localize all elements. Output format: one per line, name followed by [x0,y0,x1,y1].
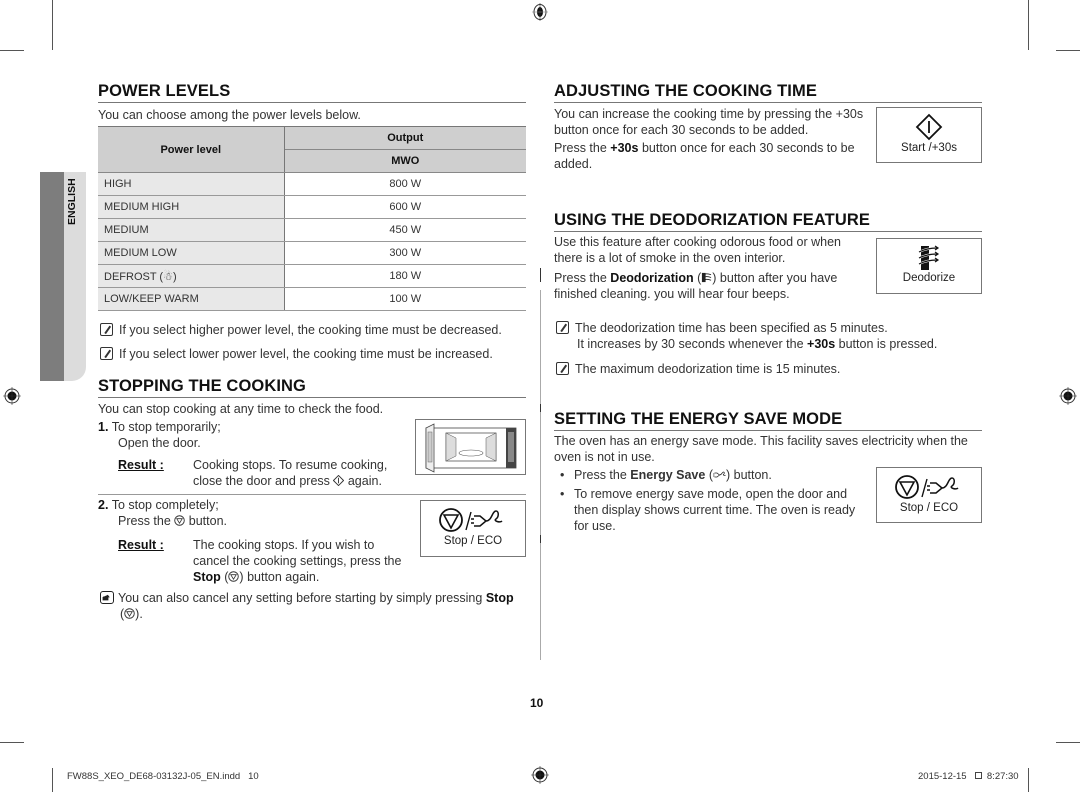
start-30s-button-image: Start /+30s [876,107,982,163]
column-header-power-level: Power level [98,126,285,173]
crop-mark [1056,50,1080,51]
note-icon [556,321,569,334]
crop-mark [1028,0,1029,50]
output-cell: 600 W [284,195,526,219]
stop-eco-button-image: Stop / ECO [876,467,982,523]
tip: You can also cancel any setting before s… [100,590,530,622]
deodorize-label: Deodorize [902,272,956,284]
note: The maximum deodorization time is 15 min… [556,361,840,377]
bullet-item: • Press the Energy Save () button. [560,468,772,482]
column-divider [540,290,541,660]
registration-mark-icon [531,766,549,784]
stopping-intro: You can stop cooking at any time to chec… [98,402,384,416]
deodorize-button-image: Deodorize [876,238,982,294]
crop-mark [0,742,24,743]
start-icon [333,474,345,487]
section-divider [98,494,526,495]
start-icon [915,113,943,141]
crop-mark [1056,742,1080,743]
language-tab: ENGLISH [40,172,86,381]
stop-eco-icon [895,475,959,499]
step-2-result: The cooking stops. If you wish to cancel… [193,538,402,584]
crop-mark [0,50,24,51]
column-divider [540,404,541,412]
note-icon [100,347,113,360]
table-row: DEFROST (☃) 180 W [98,264,526,288]
footer-timestamp: 2015-12-15 8:27:30 [918,771,1019,782]
section-title-energy-save: SETTING THE ENERGY SAVE MODE [554,410,982,431]
table-row: LOW/KEEP WARM 100 W [98,287,526,311]
power-level-cell: MEDIUM [98,218,285,242]
start-30s-label: Start /+30s [901,142,957,154]
note-icon [556,362,569,375]
crop-mark [52,0,53,50]
tip-hand-icon [100,591,114,604]
result-label: Result : [118,538,164,552]
deodorization-paragraph-2: Press the Deodorization () button after … [554,271,838,301]
note: The deodorization time has been specifie… [556,320,976,352]
crop-mark [1028,768,1029,792]
stop-icon [124,608,135,619]
column-header-output: Output [284,126,526,150]
deodorize-icon [918,245,940,270]
section-title-power-levels: POWER LEVELS [98,82,526,103]
clock-icon [975,772,983,779]
output-cell: 100 W [284,287,526,311]
note: If you select higher power level, the co… [100,322,502,338]
note: If you select lower power level, the coo… [100,346,493,362]
output-cell: 180 W [284,264,526,288]
power-levels-table: Power level Output MWO HIGH 800 W MEDIUM … [98,126,526,311]
section-title-adjusting-time: ADJUSTING THE COOKING TIME [554,82,982,103]
energy-save-paragraph: The oven has an energy save mode. This f… [554,434,968,464]
output-cell: 450 W [284,218,526,242]
registration-mark-icon [532,3,548,21]
page-number: 10 [530,696,544,710]
note-icon [100,323,113,336]
microwave-icon [425,423,517,473]
table-row: MEDIUM 450 W [98,218,526,242]
power-level-cell: DEFROST (☃) [98,264,285,288]
column-divider [540,535,541,543]
section-title-stopping: STOPPING THE COOKING [98,377,526,398]
power-level-cell: LOW/KEEP WARM [98,287,285,311]
crop-mark [52,768,53,792]
registration-mark-icon [3,387,21,405]
result-label: Result : [118,458,164,472]
power-levels-intro: You can choose among the power levels be… [98,108,361,122]
output-cell: 800 W [284,172,526,196]
power-level-cell: HIGH [98,172,285,196]
column-divider [540,268,541,282]
stop-eco-label: Stop / ECO [443,535,503,547]
deodorization-paragraph-1: Use this feature after cooking odorous f… [554,235,841,265]
step-1-result: Cooking stops. To resume cooking, close … [193,458,388,488]
stop-eco-button-image: Stop / ECO [420,500,526,557]
step-1: 1. To stop temporarily; Open the door. [98,420,221,450]
microwave-open-door-image [415,419,526,475]
eco-icon [712,471,726,478]
table-row: MEDIUM HIGH 600 W [98,195,526,219]
footer-filename: FW88S_XEO_DE68-03132J-05_EN.indd 10 [67,771,259,782]
output-cell: 300 W [284,241,526,265]
adjusting-paragraph-2: Press the +30s button once for each 30 s… [554,141,855,171]
stop-icon [228,571,240,582]
language-tab-label: ENGLISH [66,178,78,225]
table-row: HIGH 800 W [98,172,526,196]
power-level-cell: MEDIUM LOW [98,241,285,265]
stop-icon [174,515,186,526]
stop-eco-label: Stop / ECO [899,502,959,514]
deodorize-icon [702,272,712,283]
step-2: 2. To stop completely; Press the button. [98,498,228,528]
bullet-item: • To remove energy save mode, open the d… [560,487,856,533]
adjusting-paragraph-1: You can increase the cooking time by pre… [554,107,864,137]
registration-mark-icon [1059,387,1077,405]
column-header-mwo: MWO [284,149,526,173]
section-title-deodorization: USING THE DEODORIZATION FEATURE [554,211,982,232]
power-level-cell: MEDIUM HIGH [98,195,285,219]
stop-eco-icon [439,508,503,532]
table-row: MEDIUM LOW 300 W [98,241,526,265]
